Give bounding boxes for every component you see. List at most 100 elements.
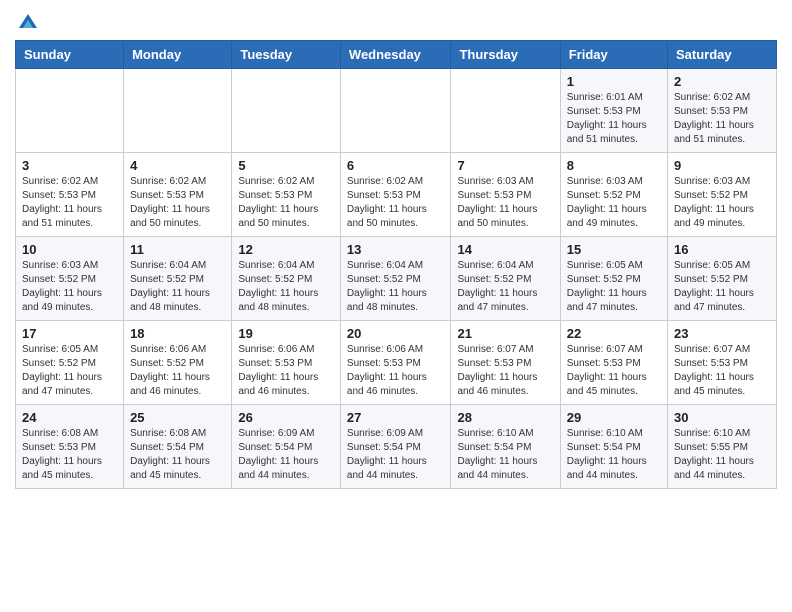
calendar-day-cell: 5 Sunrise: 6:02 AM Sunset: 5:53 PM Daylig… (232, 153, 341, 237)
day-info: Sunrise: 6:04 AM Sunset: 5:52 PM Dayligh… (238, 259, 334, 315)
calendar-day-cell: 17 Sunrise: 6:05 AM Sunset: 5:52 PM Dayli… (16, 321, 124, 405)
day-info: Sunrise: 6:10 AM Sunset: 5:54 PM Dayligh… (457, 427, 553, 483)
day-number: 27 (347, 410, 445, 425)
day-info: Sunrise: 6:01 AM Sunset: 5:53 PM Dayligh… (567, 91, 661, 147)
calendar-day-cell: 3 Sunrise: 6:02 AM Sunset: 5:53 PM Daylig… (16, 153, 124, 237)
day-number: 12 (238, 242, 334, 257)
calendar-day-cell: 26Sunrise: 6:09 AM Sunset: 5:54 PM Dayli… (232, 405, 341, 489)
logo-icon (17, 10, 39, 32)
day-number: 26 (238, 410, 334, 425)
day-number: 11 (130, 242, 225, 257)
calendar-day-cell: 16 Sunrise: 6:05 AM Sunset: 5:52 PM Dayli… (668, 237, 777, 321)
calendar-day-cell: 25 Sunrise: 6:08 AM Sunset: 5:54 PM Dayli… (124, 405, 232, 489)
calendar-day-cell: 20 Sunrise: 6:06 AM Sunset: 5:53 PM Dayli… (340, 321, 451, 405)
day-info: Sunrise: 6:03 AM Sunset: 5:52 PM Dayligh… (567, 175, 661, 231)
day-info: Sunrise: 6:02 AM Sunset: 5:53 PM Dayligh… (674, 91, 770, 147)
day-info: Sunrise: 6:10 AM Sunset: 5:55 PM Dayligh… (674, 427, 770, 483)
calendar-day-cell: 8 Sunrise: 6:03 AM Sunset: 5:52 PM Daylig… (560, 153, 667, 237)
day-number: 22 (567, 326, 661, 341)
calendar-week-row: 10 Sunrise: 6:03 AM Sunset: 5:52 PM Dayli… (16, 237, 777, 321)
day-info: Sunrise: 6:10 AM Sunset: 5:54 PM Dayligh… (567, 427, 661, 483)
day-number: 21 (457, 326, 553, 341)
page: SundayMondayTuesdayWednesdayThursdayFrid… (0, 0, 792, 504)
day-info: Sunrise: 6:03 AM Sunset: 5:52 PM Dayligh… (22, 259, 117, 315)
weekday-header-wednesday: Wednesday (340, 41, 451, 69)
calendar-day-cell: 27 Sunrise: 6:09 AM Sunset: 5:54 PM Dayli… (340, 405, 451, 489)
day-number: 19 (238, 326, 334, 341)
calendar-day-cell: 1 Sunrise: 6:01 AM Sunset: 5:53 PM Daylig… (560, 69, 667, 153)
calendar-day-cell: 4 Sunrise: 6:02 AM Sunset: 5:53 PM Daylig… (124, 153, 232, 237)
day-info: Sunrise: 6:07 AM Sunset: 5:53 PM Dayligh… (674, 343, 770, 399)
day-info: Sunrise: 6:04 AM Sunset: 5:52 PM Dayligh… (130, 259, 225, 315)
calendar-day-cell: 18 Sunrise: 6:06 AM Sunset: 5:52 PM Dayli… (124, 321, 232, 405)
day-number: 20 (347, 326, 445, 341)
day-info: Sunrise: 6:06 AM Sunset: 5:53 PM Dayligh… (347, 343, 445, 399)
calendar-day-cell (451, 69, 560, 153)
day-info: Sunrise: 6:08 AM Sunset: 5:53 PM Dayligh… (22, 427, 117, 483)
day-info: Sunrise: 6:05 AM Sunset: 5:52 PM Dayligh… (567, 259, 661, 315)
day-number: 10 (22, 242, 117, 257)
day-info: Sunrise: 6:03 AM Sunset: 5:52 PM Dayligh… (674, 175, 770, 231)
day-info: Sunrise: 6:04 AM Sunset: 5:52 PM Dayligh… (347, 259, 445, 315)
calendar-day-cell: 14 Sunrise: 6:04 AM Sunset: 5:52 PM Dayli… (451, 237, 560, 321)
day-number: 6 (347, 158, 445, 173)
day-number: 16 (674, 242, 770, 257)
day-number: 2 (674, 74, 770, 89)
day-number: 1 (567, 74, 661, 89)
day-number: 8 (567, 158, 661, 173)
day-info: Sunrise: 6:05 AM Sunset: 5:52 PM Dayligh… (22, 343, 117, 399)
day-number: 30 (674, 410, 770, 425)
calendar-table: SundayMondayTuesdayWednesdayThursdayFrid… (15, 40, 777, 489)
calendar-day-cell: 9 Sunrise: 6:03 AM Sunset: 5:52 PM Daylig… (668, 153, 777, 237)
calendar-day-cell (124, 69, 232, 153)
day-number: 9 (674, 158, 770, 173)
calendar-week-row: 17 Sunrise: 6:05 AM Sunset: 5:52 PM Dayli… (16, 321, 777, 405)
calendar-day-cell: 23 Sunrise: 6:07 AM Sunset: 5:53 PM Dayli… (668, 321, 777, 405)
day-info: Sunrise: 6:05 AM Sunset: 5:52 PM Dayligh… (674, 259, 770, 315)
day-number: 18 (130, 326, 225, 341)
day-number: 17 (22, 326, 117, 341)
calendar-day-cell: 21 Sunrise: 6:07 AM Sunset: 5:53 PM Dayli… (451, 321, 560, 405)
day-info: Sunrise: 6:02 AM Sunset: 5:53 PM Dayligh… (22, 175, 117, 231)
day-number: 25 (130, 410, 225, 425)
weekday-header-thursday: Thursday (451, 41, 560, 69)
calendar-day-cell: 30 Sunrise: 6:10 AM Sunset: 5:55 PM Dayli… (668, 405, 777, 489)
weekday-header-sunday: Sunday (16, 41, 124, 69)
calendar-day-cell: 15 Sunrise: 6:05 AM Sunset: 5:52 PM Dayli… (560, 237, 667, 321)
calendar-day-cell (340, 69, 451, 153)
day-info: Sunrise: 6:07 AM Sunset: 5:53 PM Dayligh… (457, 343, 553, 399)
day-number: 24 (22, 410, 117, 425)
day-number: 4 (130, 158, 225, 173)
calendar-day-cell: 13Sunrise: 6:04 AM Sunset: 5:52 PM Dayli… (340, 237, 451, 321)
day-number: 29 (567, 410, 661, 425)
day-info: Sunrise: 6:02 AM Sunset: 5:53 PM Dayligh… (238, 175, 334, 231)
weekday-header-monday: Monday (124, 41, 232, 69)
day-info: Sunrise: 6:03 AM Sunset: 5:53 PM Dayligh… (457, 175, 553, 231)
day-info: Sunrise: 6:09 AM Sunset: 5:54 PM Dayligh… (347, 427, 445, 483)
day-info: Sunrise: 6:06 AM Sunset: 5:52 PM Dayligh… (130, 343, 225, 399)
calendar-header-row: SundayMondayTuesdayWednesdayThursdayFrid… (16, 41, 777, 69)
day-number: 23 (674, 326, 770, 341)
day-info: Sunrise: 6:04 AM Sunset: 5:52 PM Dayligh… (457, 259, 553, 315)
day-number: 15 (567, 242, 661, 257)
header (15, 10, 777, 32)
day-number: 7 (457, 158, 553, 173)
calendar-day-cell: 29 Sunrise: 6:10 AM Sunset: 5:54 PM Dayli… (560, 405, 667, 489)
day-info: Sunrise: 6:08 AM Sunset: 5:54 PM Dayligh… (130, 427, 225, 483)
calendar-week-row: 24 Sunrise: 6:08 AM Sunset: 5:53 PM Dayli… (16, 405, 777, 489)
day-info: Sunrise: 6:02 AM Sunset: 5:53 PM Dayligh… (347, 175, 445, 231)
calendar-day-cell: 10 Sunrise: 6:03 AM Sunset: 5:52 PM Dayli… (16, 237, 124, 321)
calendar-week-row: 3 Sunrise: 6:02 AM Sunset: 5:53 PM Daylig… (16, 153, 777, 237)
calendar-day-cell: 12 Sunrise: 6:04 AM Sunset: 5:52 PM Dayli… (232, 237, 341, 321)
weekday-header-tuesday: Tuesday (232, 41, 341, 69)
day-number: 3 (22, 158, 117, 173)
day-info: Sunrise: 6:06 AM Sunset: 5:53 PM Dayligh… (238, 343, 334, 399)
day-number: 28 (457, 410, 553, 425)
day-info: Sunrise: 6:02 AM Sunset: 5:53 PM Dayligh… (130, 175, 225, 231)
day-info: Sunrise: 6:07 AM Sunset: 5:53 PM Dayligh… (567, 343, 661, 399)
calendar-day-cell (232, 69, 341, 153)
calendar-day-cell: 19 Sunrise: 6:06 AM Sunset: 5:53 PM Dayli… (232, 321, 341, 405)
calendar-day-cell: 22 Sunrise: 6:07 AM Sunset: 5:53 PM Dayli… (560, 321, 667, 405)
day-number: 5 (238, 158, 334, 173)
day-number: 14 (457, 242, 553, 257)
